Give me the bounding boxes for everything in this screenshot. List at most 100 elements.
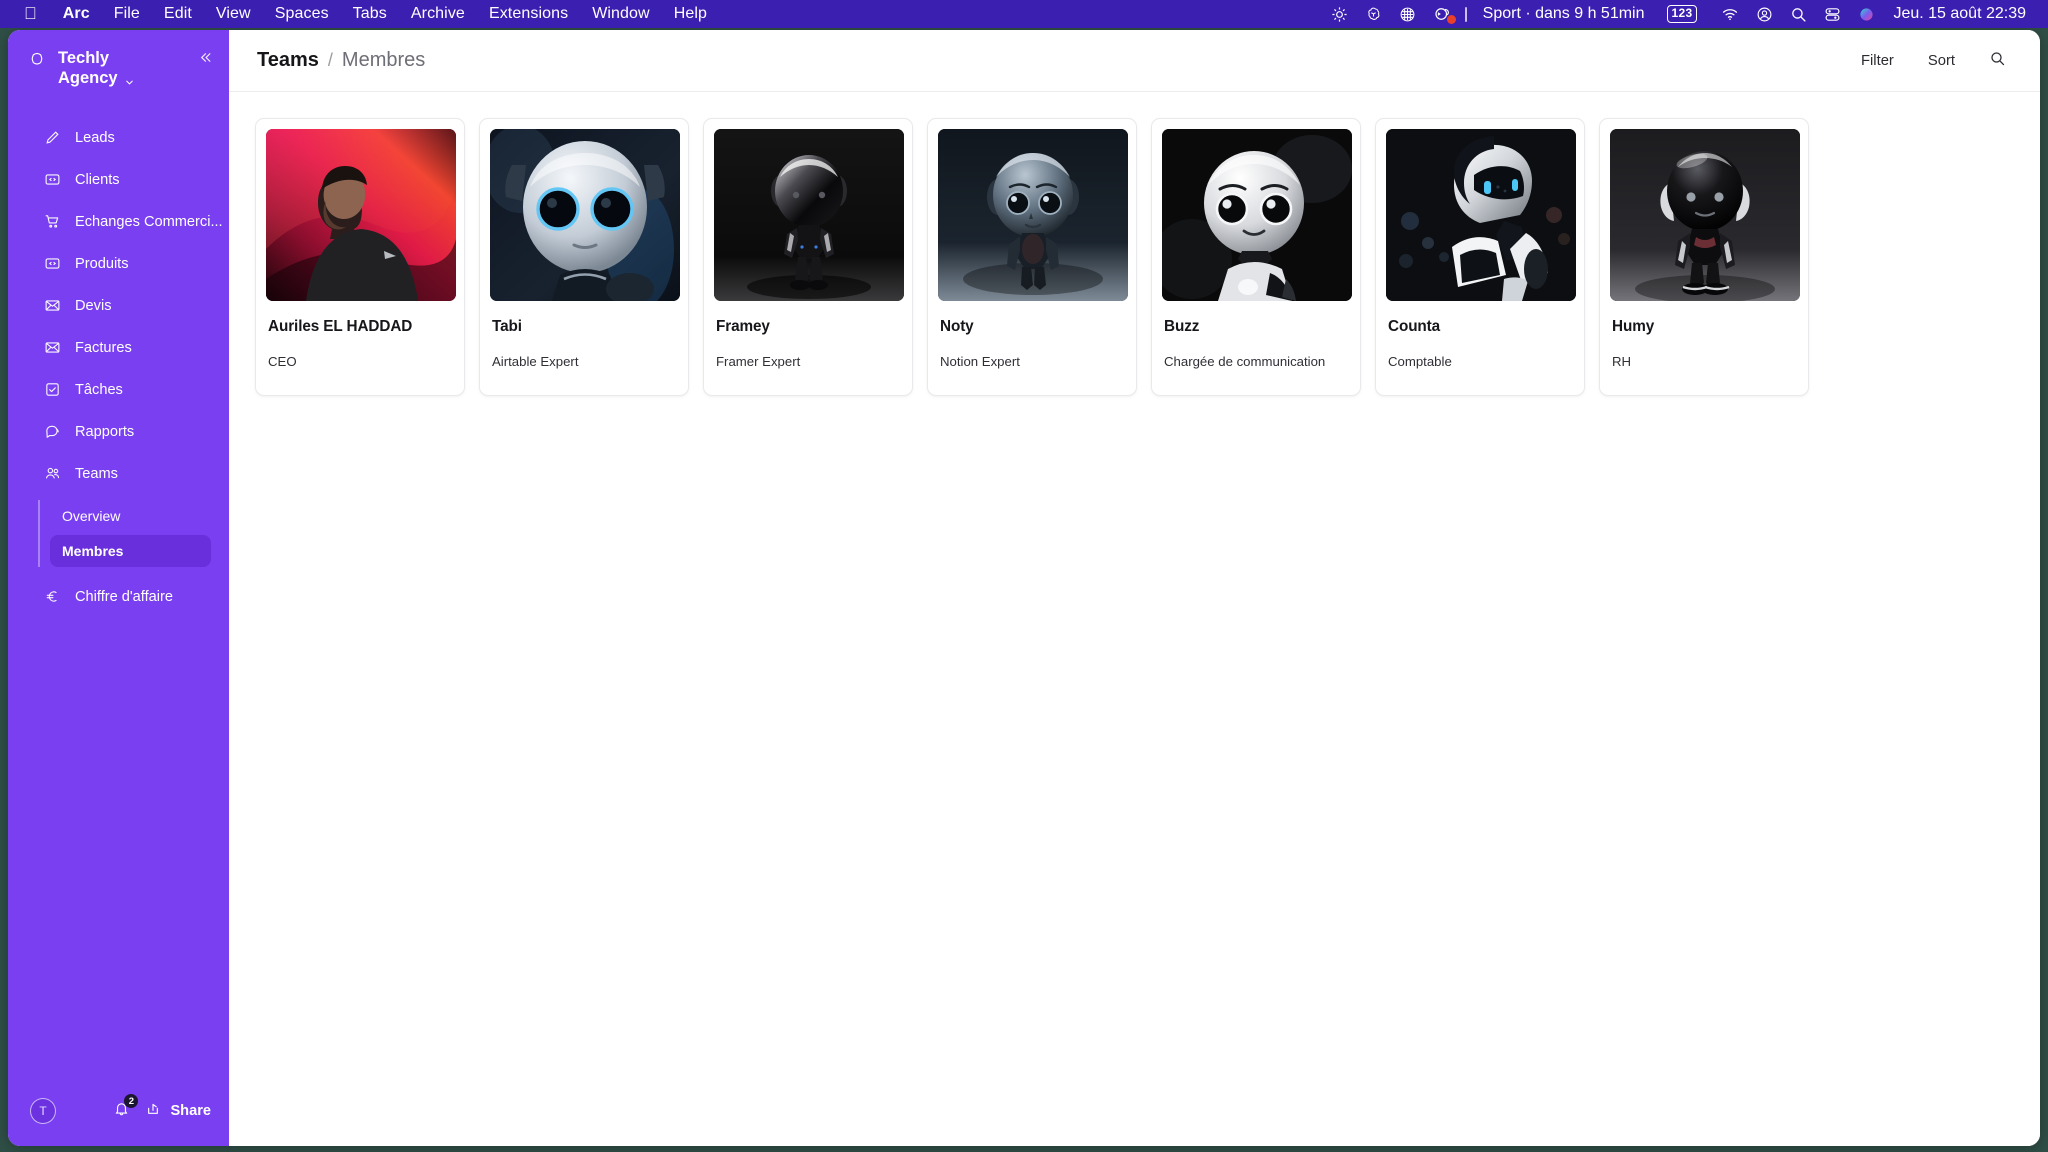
member-avatar-image — [1162, 129, 1352, 301]
member-role: RH — [1612, 354, 1632, 369]
sidebar-subitem-label: Overview — [62, 507, 121, 524]
sidebar-item-chiffre-daffaire[interactable]: Chiffre d'affaire — [22, 579, 215, 615]
sport-status-text[interactable]: Sport · dans 9 h 51min — [1477, 5, 1651, 23]
member-card[interactable]: Auriles EL HADDAD CEO — [255, 118, 465, 396]
menu-bar-left:  Arc File Edit View Spaces Tabs Archive… — [14, 5, 719, 24]
sidebar-item-leads[interactable]: Leads — [22, 120, 215, 156]
chat-bubble-icon — [44, 423, 61, 440]
member-avatar-image — [938, 129, 1128, 301]
breadcrumb-parent[interactable]: Teams — [257, 49, 319, 72]
member-card[interactable]: Buzz Chargée de communication — [1151, 118, 1361, 396]
member-card[interactable]: Noty Notion Expert — [927, 118, 1137, 396]
member-avatar-image — [1610, 129, 1800, 301]
member-avatar-image — [714, 129, 904, 301]
menu-item-edit[interactable]: Edit — [152, 5, 204, 23]
menu-item-view[interactable]: View — [204, 5, 263, 23]
menu-item-archive[interactable]: Archive — [399, 5, 477, 23]
member-role: CEO — [268, 354, 297, 369]
breadcrumb: Teams / Membres — [257, 49, 425, 72]
sidebar-item-produits[interactable]: Produits — [22, 246, 215, 282]
member-role: Comptable — [1388, 354, 1452, 369]
workspace-name: Techly Agency — [58, 48, 170, 89]
hexagon-flower-logo-icon — [28, 51, 46, 69]
member-card[interactable]: Tabi Airtable Expert — [479, 118, 689, 396]
double-chevron-left-icon[interactable] — [198, 50, 213, 70]
share-button-label: Share — [170, 1103, 211, 1119]
macos-menu-bar:  Arc File Edit View Spaces Tabs Archive… — [0, 0, 2048, 28]
filter-button[interactable]: Filter — [1861, 53, 1894, 69]
apple-logo-icon[interactable]:  — [14, 5, 51, 24]
sidebar-item-label: Tâches — [75, 381, 123, 398]
menu-item-file[interactable]: File — [102, 5, 152, 23]
menu-item-spaces[interactable]: Spaces — [263, 5, 341, 23]
sidebar-subitem-overview[interactable]: Overview — [50, 500, 211, 532]
member-avatar-image — [490, 129, 680, 301]
grid-apps-icon[interactable] — [1391, 0, 1425, 28]
menu-item-help[interactable]: Help — [662, 5, 719, 23]
sidebar-subitem-membres[interactable]: Membres — [50, 534, 211, 567]
envelope-icon — [44, 339, 61, 356]
sidebar-item-teams[interactable]: Teams — [22, 456, 215, 492]
menu-bar-status-area: Sport · dans 9 h 51min 123 Jeu. 15 août … — [1323, 0, 2034, 28]
search-icon[interactable] — [1781, 0, 1815, 28]
camera-record-icon[interactable] — [1425, 0, 1459, 28]
control-center-icon[interactable] — [1815, 0, 1849, 28]
sidebar-item-factures[interactable]: Factures — [22, 330, 215, 366]
euro-icon — [44, 588, 61, 605]
menu-item-arc[interactable]: Arc — [51, 5, 102, 23]
sidebar: Techly Agency Leads Clients Echanges Com… — [8, 30, 229, 1146]
sidebar-item-clients[interactable]: Clients — [22, 162, 215, 198]
notifications-button[interactable]: 2 — [113, 1094, 139, 1122]
member-name: Framey — [716, 318, 770, 335]
sidebar-item-devis[interactable]: Devis — [22, 288, 215, 324]
member-name: Counta — [1388, 318, 1441, 335]
menu-item-window[interactable]: Window — [580, 5, 662, 23]
input-source-badge[interactable]: 123 — [1666, 5, 1698, 23]
sidebar-item-label: Produits — [75, 255, 129, 272]
member-role: Airtable Expert — [492, 354, 579, 369]
chevron-down-icon[interactable] — [124, 73, 135, 85]
page-topbar: Teams / Membres Filter Sort — [229, 30, 2040, 92]
share-arrow-icon — [146, 1101, 162, 1121]
sidebar-item-label: Rapports — [75, 423, 135, 440]
sidebar-item-label: Leads — [75, 129, 115, 146]
sidebar-item-taches[interactable]: Tâches — [22, 372, 215, 408]
member-card[interactable]: Framey Framer Expert — [703, 118, 913, 396]
sidebar-item-rapports[interactable]: Rapports — [22, 414, 215, 450]
workspace-name-line2: Agency — [58, 69, 118, 88]
search-icon[interactable] — [1989, 50, 2006, 72]
workspace-switcher[interactable]: Techly Agency — [8, 30, 229, 95]
pencil-icon — [44, 129, 61, 146]
member-role: Framer Expert — [716, 354, 801, 369]
sidebar-subitem-label: Membres — [62, 542, 124, 559]
sidebar-nav: Leads Clients Echanges Commerci... Produ… — [8, 117, 229, 618]
sidebar-footer: T 2 Share — [8, 1094, 229, 1146]
member-card[interactable]: Humy RH — [1599, 118, 1809, 396]
recording-indicator-dot — [1446, 15, 1456, 24]
notification-count-badge: 2 — [124, 1094, 139, 1108]
envelope-icon — [44, 297, 61, 314]
sidebar-item-echanges-commerciaux[interactable]: Echanges Commerci... — [22, 204, 223, 240]
sidebar-item-label: Chiffre d'affaire — [75, 588, 173, 605]
menu-item-extensions[interactable]: Extensions — [477, 5, 580, 23]
code-box-icon — [44, 171, 61, 188]
account-circle-icon[interactable] — [1747, 0, 1781, 28]
sort-button[interactable]: Sort — [1928, 53, 1955, 69]
sun-brightness-icon[interactable] — [1323, 0, 1357, 28]
sidebar-footer-actions: 2 Share — [113, 1094, 211, 1122]
openai-icon[interactable] — [1357, 0, 1391, 28]
menu-bar-clock[interactable]: Jeu. 15 août 22:39 — [1883, 5, 2026, 23]
app-window: Techly Agency Leads Clients Echanges Com… — [8, 30, 2040, 1146]
checkbox-icon — [44, 381, 61, 398]
member-card[interactable]: Counta Comptable — [1375, 118, 1585, 396]
wifi-icon[interactable] — [1713, 0, 1747, 28]
member-role: Notion Expert — [940, 354, 1020, 369]
members-grid: Auriles EL HADDAD CEO Tabi Airtable Expe… — [229, 92, 2040, 396]
sidebar-item-label: Clients — [75, 171, 120, 188]
avatar[interactable]: T — [30, 1098, 56, 1124]
people-icon — [44, 465, 61, 482]
menu-item-tabs[interactable]: Tabs — [341, 5, 399, 23]
member-name: Humy — [1612, 318, 1655, 335]
siri-icon[interactable] — [1849, 0, 1883, 28]
share-button[interactable]: Share — [146, 1101, 211, 1121]
